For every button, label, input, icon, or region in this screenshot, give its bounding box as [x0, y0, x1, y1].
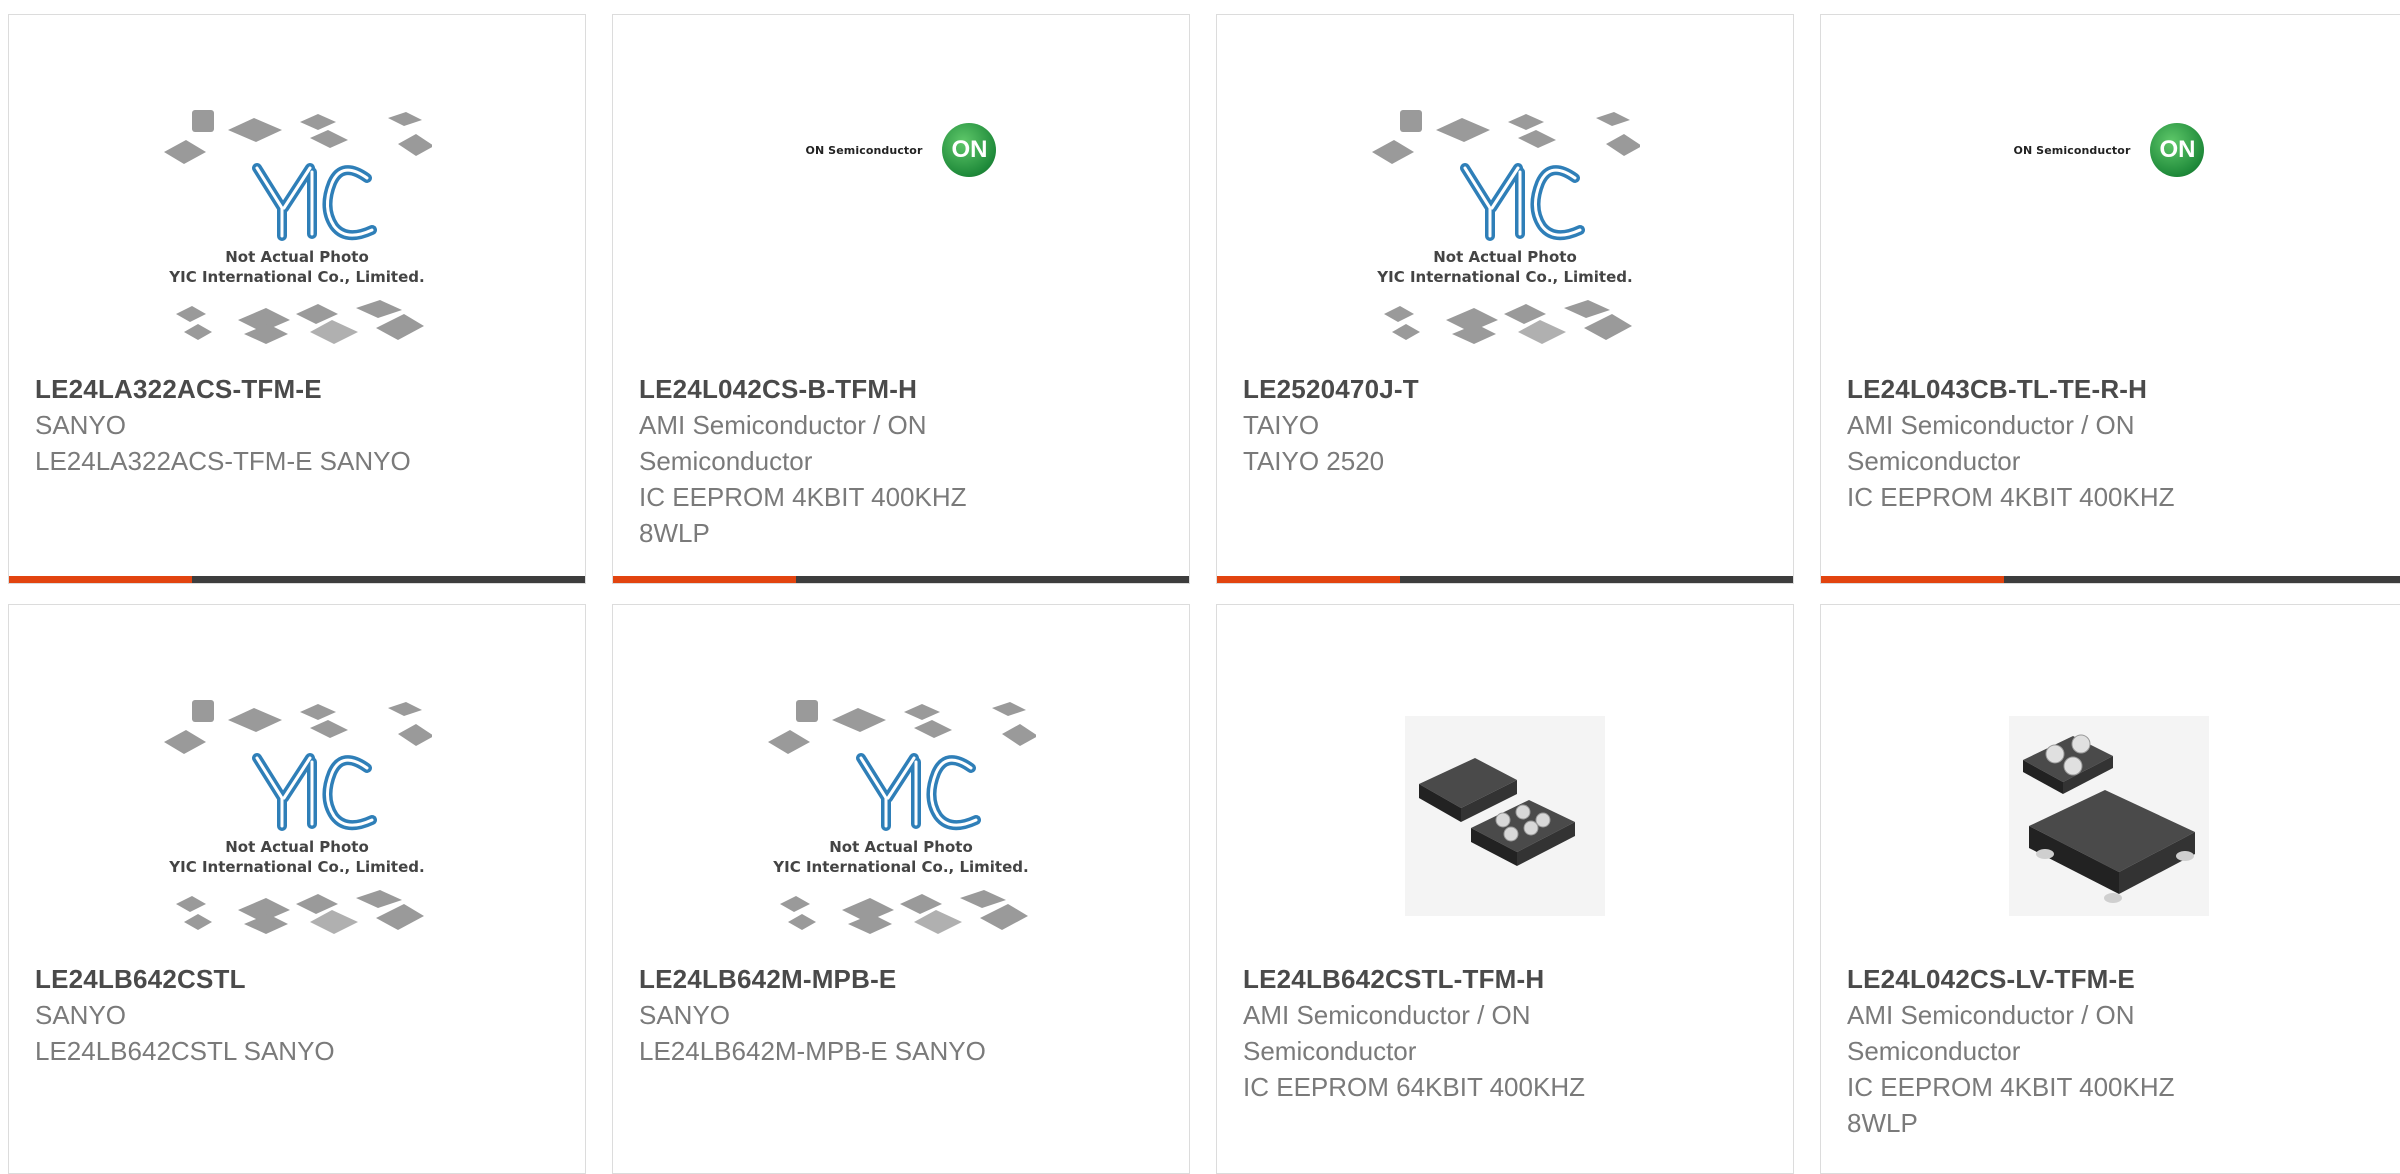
part-number-link[interactable]: LE24L042CS-B-TFM-H [639, 371, 1163, 407]
card-bottom-bar [613, 576, 1189, 583]
placeholder-caption-2: YIC International Co., Limited. [1376, 268, 1632, 286]
placeholder-caption-1: Not Actual Photo [829, 838, 973, 856]
yic-placeholder-image: Not Actual Photo YIC International Co., … [162, 108, 432, 348]
product-image[interactable]: Not Actual Photo YIC International Co., … [613, 683, 1189, 953]
logo-wordmark: ON Semiconductor [805, 143, 923, 157]
manufacturer: SANYO [35, 1000, 127, 1030]
part-number-link[interactable]: LE24LB642CSTL [35, 961, 559, 997]
product-image[interactable] [1217, 683, 1793, 953]
manufacturer: AMI Semiconductor / ON Semiconductor [1243, 1000, 1531, 1066]
part-number-link[interactable]: LE24LB642M-MPB-E [639, 961, 1163, 997]
product-image[interactable]: ON Semiconductor ON [613, 95, 1189, 205]
product-card[interactable]: Not Actual Photo YIC International Co., … [8, 604, 586, 1174]
yic-placeholder-image: Not Actual Photo YIC International Co., … [766, 698, 1036, 938]
on-logo-icon: ON [2150, 123, 2205, 177]
product-image[interactable] [1821, 683, 2397, 953]
product-image[interactable]: Not Actual Photo YIC International Co., … [9, 683, 585, 953]
product-card[interactable]: Not Actual Photo YIC International Co., … [1216, 14, 1794, 584]
card-bottom-bar [9, 576, 585, 583]
product-image[interactable]: Not Actual Photo YIC International Co., … [9, 93, 585, 363]
placeholder-caption-2: YIC International Co., Limited. [168, 268, 424, 286]
description: LE24LA322ACS-TFM-E SANYO [35, 446, 411, 476]
description: TAIYO 2520 [1243, 446, 1385, 476]
product-card[interactable]: ON Semiconductor ON LE24L043CB-TL-TE-R-H… [1820, 14, 2400, 584]
manufacturer: AMI Semiconductor / ON Semiconductor [1847, 1000, 2135, 1066]
yic-placeholder-image: Not Actual Photo YIC International Co., … [162, 698, 432, 938]
product-image[interactable]: ON Semiconductor ON [1821, 95, 2397, 205]
product-card[interactable]: Not Actual Photo YIC International Co., … [612, 604, 1190, 1174]
on-semiconductor-logo: ON Semiconductor ON [806, 123, 997, 177]
description: LE24LB642M-MPB-E SANYO [639, 1036, 986, 1066]
placeholder-caption-1: Not Actual Photo [1433, 248, 1577, 266]
description: LE24LB642CSTL SANYO [35, 1036, 335, 1066]
description: IC EEPROM 4KBIT 400KHZ 8WLP [639, 482, 967, 548]
part-number-link[interactable]: LE24LB642CSTL-TFM-H [1243, 961, 1767, 997]
product-card[interactable]: ON Semiconductor ON LE24L042CS-B-TFM-H A… [612, 14, 1190, 584]
placeholder-caption-2: YIC International Co., Limited. [168, 858, 424, 876]
placeholder-caption-2: YIC International Co., Limited. [772, 858, 1028, 876]
description: IC EEPROM 4KBIT 400KHZ [1847, 482, 2175, 512]
logo-wordmark: ON Semiconductor [2013, 143, 2131, 157]
placeholder-caption-1: Not Actual Photo [225, 838, 369, 856]
on-semiconductor-logo: ON Semiconductor ON [2014, 123, 2205, 177]
yic-placeholder-image: Not Actual Photo YIC International Co., … [1370, 108, 1640, 348]
description: IC EEPROM 4KBIT 400KHZ 8WLP [1847, 1072, 2175, 1138]
product-card[interactable]: Not Actual Photo YIC International Co., … [8, 14, 586, 584]
manufacturer: AMI Semiconductor / ON Semiconductor [639, 410, 927, 476]
manufacturer: SANYO [35, 410, 127, 440]
chip-photo [2009, 715, 2209, 921]
part-number-link[interactable]: LE24L043CB-TL-TE-R-H [1847, 371, 2383, 407]
placeholder-caption-1: Not Actual Photo [225, 248, 369, 266]
part-number-link[interactable]: LE2520470J-T [1243, 371, 1767, 407]
manufacturer: AMI Semiconductor / ON Semiconductor [1847, 410, 2135, 476]
product-image[interactable]: Not Actual Photo YIC International Co., … [1217, 93, 1793, 363]
product-card[interactable]: LE24LB642CSTL-TFM-H AMI Semiconductor / … [1216, 604, 1794, 1174]
on-logo-icon: ON [942, 123, 997, 177]
part-number-link[interactable]: LE24L042CS-LV-TFM-E [1847, 961, 2383, 997]
description: IC EEPROM 64KBIT 400KHZ [1243, 1072, 1585, 1102]
product-card[interactable]: LE24L042CS-LV-TFM-E AMI Semiconductor / … [1820, 604, 2400, 1174]
card-bottom-bar [1821, 576, 2400, 583]
manufacturer: SANYO [639, 1000, 731, 1030]
chip-photo [1405, 715, 1605, 921]
manufacturer: TAIYO [1243, 410, 1320, 440]
part-number-link[interactable]: LE24LA322ACS-TFM-E [35, 371, 559, 407]
card-bottom-bar [1217, 576, 1793, 583]
